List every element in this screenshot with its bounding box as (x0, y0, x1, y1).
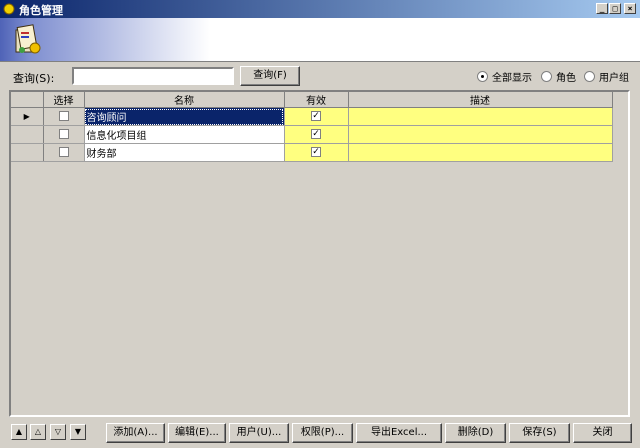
valid-cell[interactable]: ✓ (284, 125, 349, 144)
filter-usergroup-option[interactable]: 用户组 (584, 69, 629, 84)
roles-book-icon (15, 24, 41, 54)
current-row-indicator: ▶ (11, 107, 44, 126)
window-titlebar: 角色管理 _ □ × (0, 0, 640, 18)
table-row[interactable]: 财务部 ✓ (11, 143, 613, 162)
restore-button[interactable]: □ (609, 3, 621, 14)
filter-usergroup-label: 用户组 (599, 73, 629, 84)
close-button[interactable]: 关闭 (573, 423, 632, 443)
valid-cell[interactable]: ✓ (284, 107, 349, 126)
column-header-name[interactable]: 名称 (84, 92, 285, 108)
select-cell[interactable] (43, 107, 85, 126)
permissions-button[interactable]: 权限(P)... (292, 423, 353, 443)
select-checkbox[interactable] (58, 147, 69, 157)
grid-header-row: 选择 名称 有效 描述 (11, 92, 613, 108)
select-cell[interactable] (43, 125, 85, 144)
table-row[interactable]: ▶ 咨询顾问 ✓ (11, 107, 613, 126)
move-last-button[interactable]: ▼ (70, 424, 86, 440)
search-input[interactable] (72, 67, 234, 85)
minimize-button[interactable]: _ (596, 3, 608, 14)
table-row[interactable]: 信息化项目组 ✓ (11, 125, 613, 144)
filter-role-option[interactable]: 角色 (541, 69, 576, 84)
column-header-select[interactable]: 选择 (43, 92, 85, 108)
search-button[interactable]: 查询(F) (240, 66, 300, 86)
edit-button[interactable]: 编辑(E)... (168, 423, 226, 443)
radio-role[interactable] (541, 71, 552, 82)
users-button[interactable]: 用户(U)... (229, 423, 289, 443)
valid-checkbox[interactable]: ✓ (311, 147, 321, 157)
name-cell[interactable]: 信息化项目组 (84, 125, 285, 144)
valid-checkbox[interactable]: ✓ (311, 129, 321, 139)
indicator-header (11, 92, 44, 108)
radio-usergroup[interactable] (584, 71, 595, 82)
app-icon (3, 3, 15, 15)
name-cell[interactable]: 财务部 (84, 143, 285, 162)
select-checkbox[interactable] (58, 111, 69, 121)
row-indicator (11, 125, 44, 144)
delete-button[interactable]: 删除(D) (445, 423, 506, 443)
valid-checkbox[interactable]: ✓ (311, 111, 321, 121)
column-header-description[interactable]: 描述 (348, 92, 613, 108)
header-banner (0, 18, 640, 62)
radio-all[interactable] (477, 71, 488, 82)
select-checkbox[interactable] (58, 129, 69, 139)
filter-role-label: 角色 (556, 73, 576, 84)
search-label: 查询(S): (13, 72, 55, 85)
roles-grid[interactable]: 选择 名称 有效 描述 ▶ 咨询顾问 ✓ 信息化项目组 ✓ 财务部 ✓ (9, 90, 630, 417)
move-first-button[interactable]: ▲ (11, 424, 27, 440)
move-up-button[interactable]: △ (30, 424, 46, 440)
window-title: 角色管理 (19, 4, 63, 17)
name-cell[interactable]: 咨询顾问 (84, 107, 285, 126)
move-down-button[interactable]: ▽ (50, 424, 66, 440)
row-indicator (11, 143, 44, 162)
filter-all-option[interactable]: 全部显示 (477, 69, 532, 84)
export-excel-button[interactable]: 导出Excel... (356, 423, 442, 443)
description-cell[interactable] (348, 143, 613, 162)
column-header-valid[interactable]: 有效 (284, 92, 349, 108)
description-cell[interactable] (348, 125, 613, 144)
valid-cell[interactable]: ✓ (284, 143, 349, 162)
description-cell[interactable] (348, 107, 613, 126)
close-window-button[interactable]: × (624, 3, 636, 14)
select-cell[interactable] (43, 143, 85, 162)
save-button[interactable]: 保存(S) (509, 423, 570, 443)
add-button[interactable]: 添加(A)... (106, 423, 165, 443)
filter-all-label: 全部显示 (492, 73, 532, 84)
